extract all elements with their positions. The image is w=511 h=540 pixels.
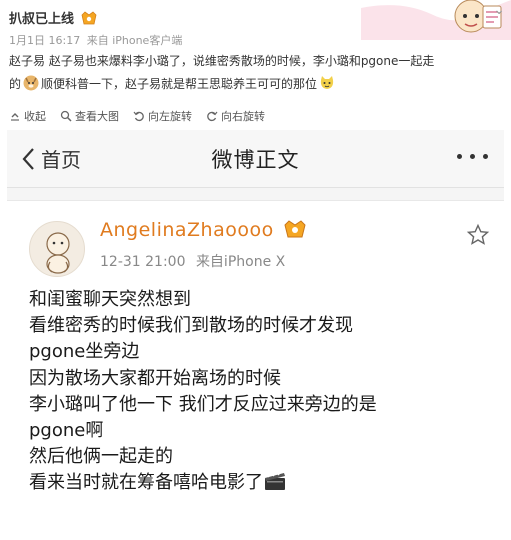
card-time: 12-31 21:00 bbox=[100, 254, 186, 270]
more-dots-icon[interactable] bbox=[457, 154, 488, 159]
zoom-icon bbox=[60, 110, 72, 122]
nav-title: 微博正文 bbox=[211, 148, 300, 172]
body-line-text: 看来当时就在筹备嘻哈电影了 bbox=[29, 472, 263, 494]
fold-button[interactable]: 收起 bbox=[9, 108, 46, 124]
post-text-line-1: 赵子易 赵子易也来爆料李小璐了，说维密秀散场的时候，李小璐和pgone一起走 bbox=[9, 54, 435, 68]
post-author[interactable]: 扒叔已上线 bbox=[9, 8, 97, 27]
user-handle[interactable]: AngelinaZhaoooo bbox=[100, 219, 306, 241]
cat-emoji-icon bbox=[319, 75, 335, 91]
rotate-left-icon bbox=[133, 111, 144, 122]
body-line: pgone坐旁边 bbox=[29, 341, 140, 363]
image-actions: 收起 查看大图 向左旋转 向右旋转 bbox=[9, 108, 265, 124]
post-text-line-2: 的 顺便科普一下，赵子易就是帮王思聪养王可可的那位 bbox=[9, 73, 504, 96]
body-line: 因为散场大家都开始离场的时候 bbox=[29, 367, 281, 389]
card-body: 和闺蜜聊天突然想到 看维密秀的时候我们到散场的时候才发现 pgone坐旁边 因为… bbox=[29, 287, 499, 497]
post-meta: 1月1日 16:17 来自 iPhone客户端 bbox=[9, 32, 182, 48]
weibo-card: AngelinaZhaoooo 12-31 21:00 来自iPhone X 和… bbox=[7, 200, 504, 540]
post-source: 来自 iPhone客户端 bbox=[86, 34, 183, 47]
vip-badge-icon bbox=[284, 220, 306, 238]
body-line: 和闺蜜聊天突然想到 bbox=[29, 289, 191, 310]
rotate-right-button[interactable]: 向右旋转 bbox=[206, 108, 265, 124]
body-line: 看维密秀的时候我们到散场的时候才发现 bbox=[29, 315, 353, 337]
post-text-segment: 的 bbox=[9, 77, 22, 91]
weibo-post: ⌄ 扒叔已上线 1月1日 16:17 来自 iPhone客户端 赵子易 赵子易也… bbox=[0, 0, 511, 540]
post-date[interactable]: 1月1日 16:17 bbox=[9, 34, 80, 47]
clapperboard-icon bbox=[264, 471, 286, 491]
rotate-left-button[interactable]: 向左旋转 bbox=[133, 108, 192, 124]
view-large-label: 查看大图 bbox=[75, 110, 119, 123]
embedded-screenshot[interactable]: 首页 微博正文 AngelinaZhaoooo 12-31 21:00 来自iP… bbox=[7, 130, 504, 540]
post-text-segment: 顺便科普一下，赵子易就是帮王思聪养王可可的那位 bbox=[41, 77, 318, 91]
body-line: 然后他俩一起走的 bbox=[29, 446, 173, 468]
fold-icon bbox=[11, 113, 19, 121]
card-meta: 12-31 21:00 来自iPhone X bbox=[100, 251, 285, 271]
rotate-right-label: 向右旋转 bbox=[221, 110, 265, 123]
rotate-right-icon bbox=[207, 111, 218, 122]
corner-decoration bbox=[361, 0, 511, 40]
body-line: 李小璐叫了他一下 我们才反应过来旁边的是 bbox=[29, 393, 377, 415]
avatar[interactable] bbox=[29, 221, 85, 277]
post-text: 赵子易 赵子易也来爆料李小璐了，说维密秀散场的时候，李小璐和pgone一起走 的… bbox=[9, 50, 504, 96]
body-line: pgone啊 bbox=[29, 420, 104, 442]
doge-emoji-icon bbox=[23, 75, 39, 91]
vip-badge-icon bbox=[81, 11, 97, 25]
rotate-left-label: 向左旋转 bbox=[148, 110, 192, 123]
body-line-last: 看来当时就在筹备嘻哈电影了 bbox=[29, 470, 499, 496]
user-handle-text[interactable]: AngelinaZhaoooo bbox=[100, 219, 274, 241]
view-large-button[interactable]: 查看大图 bbox=[60, 108, 119, 124]
author-name[interactable]: 扒叔已上线 bbox=[9, 12, 74, 27]
close-icon[interactable]: ⌄ bbox=[493, 2, 505, 18]
nav-bar: 首页 微博正文 bbox=[7, 130, 504, 188]
card-source: 来自iPhone X bbox=[195, 254, 286, 270]
fold-label: 收起 bbox=[24, 110, 46, 123]
star-icon[interactable] bbox=[466, 223, 490, 247]
